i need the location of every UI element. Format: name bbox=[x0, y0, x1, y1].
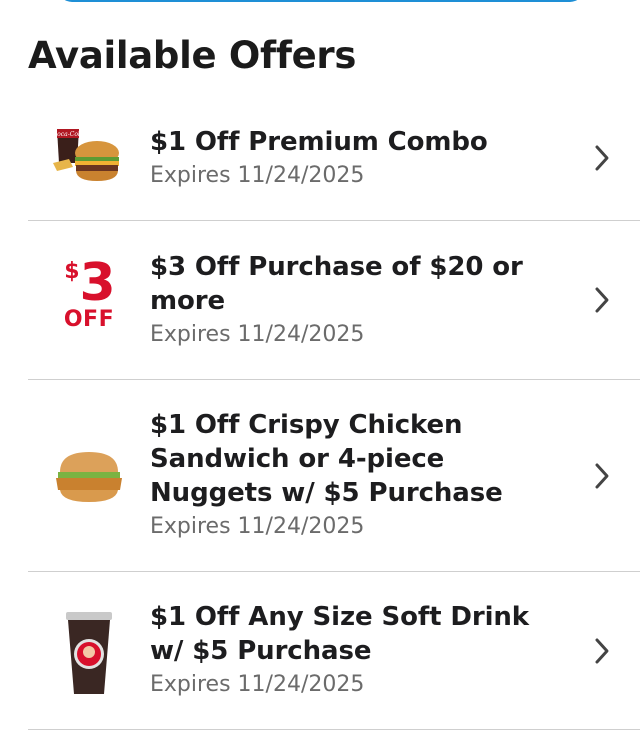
offer-title: $3 Off Purchase of $20 or more bbox=[150, 251, 523, 316]
offer-title: $1 Off Crispy Chicken Sandwich or 4-piec… bbox=[150, 410, 503, 508]
chevron-right-icon[interactable] bbox=[594, 637, 610, 665]
offer-expiry: Expires 11/24/2025 bbox=[150, 514, 365, 539]
chevron-right-icon[interactable] bbox=[594, 286, 610, 314]
three-dollars-off-icon: $ 3 OFF bbox=[28, 257, 150, 332]
badge-amount: 3 bbox=[79, 253, 116, 313]
offer-title: $1 Off Premium Combo bbox=[150, 127, 488, 157]
chevron-right-icon[interactable] bbox=[594, 462, 610, 490]
chevron-right-icon[interactable] bbox=[594, 144, 610, 172]
svg-text:Coca-Cola: Coca-Cola bbox=[53, 131, 84, 138]
offer-expiry: Expires 11/24/2025 bbox=[150, 163, 365, 188]
offer-item-soft-drink[interactable]: $1 Off Any Size Soft Drink w/ $5 Purchas… bbox=[28, 572, 640, 730]
page-title: Available Offers bbox=[28, 34, 357, 77]
offer-item-crispy-chicken[interactable]: $1 Off Crispy Chicken Sandwich or 4-piec… bbox=[28, 380, 640, 572]
offer-expiry: Expires 11/24/2025 bbox=[150, 672, 365, 697]
offers-list: Coca-Cola $1 Off Premium Combo Expires 1… bbox=[0, 95, 640, 730]
offer-item-three-off[interactable]: $ 3 OFF $3 Off Purchase of $20 or more E… bbox=[28, 221, 640, 380]
combo-meal-icon: Coca-Cola bbox=[28, 123, 150, 189]
offer-title: $1 Off Any Size Soft Drink w/ $5 Purchas… bbox=[150, 602, 529, 666]
top-action-bar bbox=[58, 0, 584, 2]
chicken-sandwich-icon bbox=[28, 450, 150, 504]
offer-item-premium-combo[interactable]: Coca-Cola $1 Off Premium Combo Expires 1… bbox=[28, 95, 640, 221]
offer-expiry: Expires 11/24/2025 bbox=[150, 321, 365, 347]
soft-drink-cup-icon bbox=[28, 610, 150, 696]
badge-dollar-sign: $ bbox=[64, 259, 80, 284]
badge-off-text: OFF bbox=[63, 307, 115, 332]
